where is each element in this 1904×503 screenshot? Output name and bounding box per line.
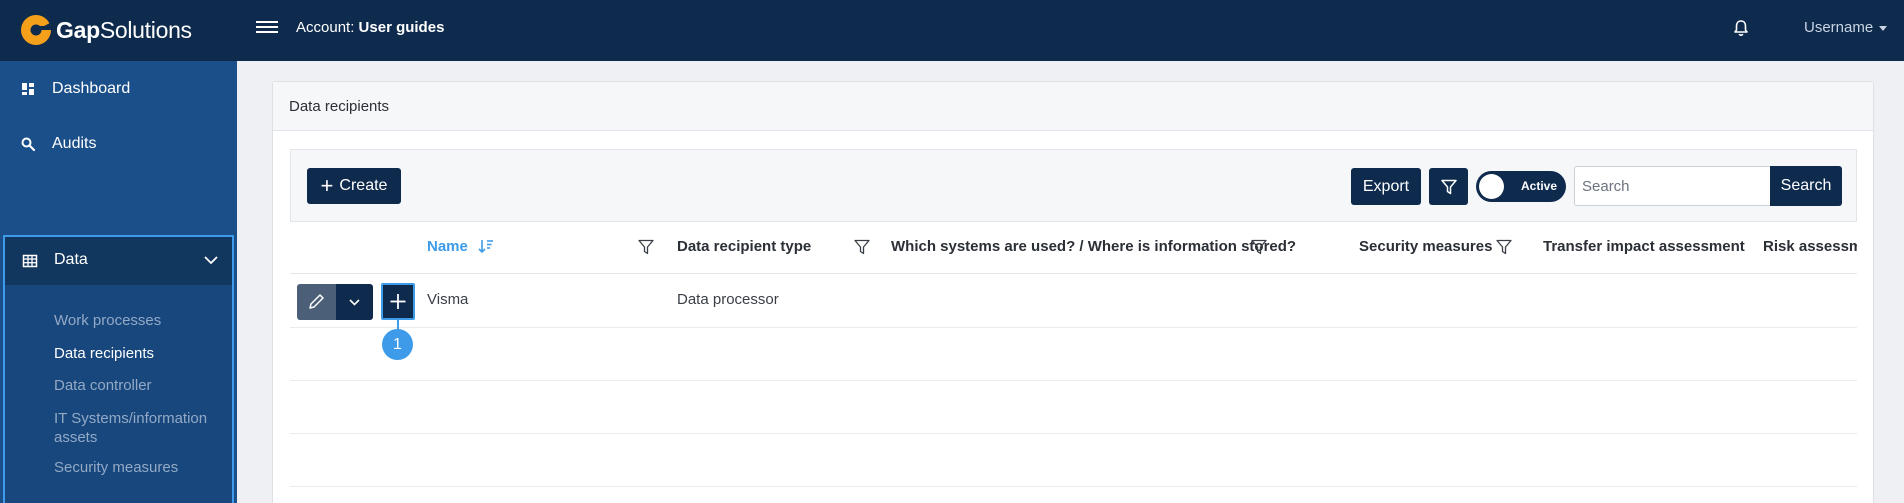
account-title: Account: User guides — [296, 19, 444, 36]
plus-icon — [390, 294, 406, 309]
caret-down-icon — [1879, 25, 1888, 31]
chevron-down-icon — [349, 299, 360, 306]
search-input[interactable] — [1574, 166, 1771, 206]
active-toggle[interactable]: Active — [1476, 171, 1566, 202]
sidebar-subitem-security-measures[interactable]: Security measures — [54, 458, 224, 477]
sidebar-item-label: Audits — [52, 134, 97, 152]
table-row: Visma Data processor 1 — [290, 275, 1857, 360]
sidebar-item-dashboard[interactable]: Dashboard — [0, 61, 237, 116]
create-label: Create — [339, 177, 388, 194]
logo[interactable]: GapSolutions — [20, 14, 192, 46]
edit-button[interactable] — [297, 284, 336, 320]
sidebar-item-label: Data — [54, 251, 88, 268]
hamburger-menu-icon[interactable] — [256, 18, 278, 38]
sidebar-item-data[interactable]: Data — [5, 237, 232, 285]
table-row — [290, 328, 1857, 381]
dashboard-icon — [22, 82, 34, 95]
cell-name[interactable]: Visma — [427, 291, 468, 308]
sidebar-subitem-work-processes[interactable]: Work processes — [54, 311, 224, 330]
column-header-risk-assessment[interactable]: Risk assessm — [1763, 238, 1857, 255]
panel-header: Data recipients — [273, 82, 1873, 131]
top-navbar: GapSolutions Account: User guides Userna… — [0, 0, 1904, 61]
toggle-knob — [1479, 174, 1504, 199]
table-row — [290, 381, 1857, 434]
sidebar-data-section: Data Work processes Data recipients Data… — [3, 235, 234, 503]
sidebar-subitem-it-systems[interactable]: IT Systems/information assets — [54, 409, 224, 447]
toolbar: + Create Export Active Search — [290, 149, 1857, 222]
column-header-transfer-impact[interactable]: Transfer impact assessment — [1543, 238, 1745, 255]
data-table: Name Data recipient type Which systems a… — [290, 222, 1857, 503]
brand-name: GapSolutions — [56, 16, 192, 43]
sidebar-item-audits[interactable]: Audits — [0, 116, 237, 171]
user-menu[interactable]: Username — [1804, 19, 1888, 36]
toggle-label: Active — [1521, 179, 1558, 193]
column-header-name[interactable]: Name — [427, 238, 494, 255]
account-label: Account: — [296, 19, 355, 36]
pencil-icon — [309, 294, 324, 309]
export-button[interactable]: Export — [1351, 168, 1421, 205]
table-header: Name Data recipient type Which systems a… — [290, 222, 1857, 274]
row-actions-dropdown[interactable] — [336, 284, 373, 320]
search-button[interactable]: Search — [1770, 166, 1842, 206]
sidebar-subitem-data-controller[interactable]: Data controller — [54, 376, 224, 395]
chevron-down-icon[interactable] — [202, 251, 220, 269]
filter-button[interactable] — [1429, 168, 1468, 205]
add-button[interactable] — [381, 283, 415, 320]
logo-icon — [21, 15, 51, 45]
filter-icon[interactable] — [637, 238, 655, 256]
page-title: Data recipients — [289, 98, 390, 115]
table-row — [290, 434, 1857, 487]
create-button[interactable]: + Create — [307, 168, 401, 204]
table-icon — [22, 254, 38, 268]
filter-icon[interactable] — [853, 238, 871, 256]
column-header-type[interactable]: Data recipient type — [677, 238, 811, 255]
column-header-security-measures[interactable]: Security measures — [1359, 238, 1492, 255]
sort-desc-icon — [478, 240, 494, 254]
sidebar: Dashboard Audits Data Work processes Dat… — [0, 61, 237, 503]
column-header-systems[interactable]: Which systems are used? / Where is infor… — [891, 238, 1296, 255]
filter-icon — [1440, 179, 1457, 194]
data-recipients-panel: Data recipients + Create Export Active S… — [272, 81, 1874, 503]
filter-icon[interactable] — [1495, 238, 1513, 256]
account-name: User guides — [358, 19, 445, 36]
bell-icon[interactable] — [1731, 18, 1751, 38]
search-icon — [21, 137, 36, 151]
sidebar-subitem-data-recipients[interactable]: Data recipients — [54, 344, 224, 363]
filter-icon[interactable] — [1250, 238, 1268, 256]
sidebar-item-label: Dashboard — [52, 79, 131, 97]
cell-type: Data processor — [677, 291, 779, 308]
plus-icon: + — [320, 173, 334, 198]
username: Username — [1804, 19, 1874, 36]
